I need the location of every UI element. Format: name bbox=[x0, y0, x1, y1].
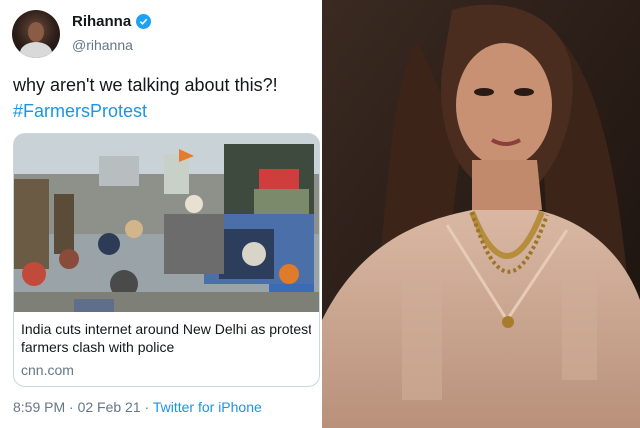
verified-badge-icon bbox=[136, 14, 152, 29]
hashtag-link[interactable]: #FarmersProtest bbox=[13, 98, 278, 124]
avatar-face bbox=[28, 22, 44, 42]
tweet-panel: Rihanna @rihanna why aren't we talking a… bbox=[0, 0, 320, 428]
portrait-image bbox=[322, 0, 640, 428]
card-title-line2: farmers clash with police bbox=[21, 339, 175, 355]
card-title-line1: India cuts internet around New Delhi as … bbox=[21, 321, 311, 337]
portrait-photo bbox=[322, 0, 640, 428]
avatar[interactable] bbox=[12, 10, 60, 58]
meta-separator: · bbox=[140, 399, 153, 415]
user-handle[interactable]: @rihanna bbox=[72, 37, 133, 53]
card-image bbox=[14, 134, 319, 312]
name-row: Rihanna bbox=[72, 13, 152, 30]
avatar-shoulders bbox=[20, 42, 52, 58]
timestamp[interactable]: 8:59 PM · 02 Feb 21 bbox=[13, 399, 141, 415]
tweet-meta: 8:59 PM · 02 Feb 21 · Twitter for iPhone bbox=[13, 399, 262, 415]
link-card[interactable]: India cuts internet around New Delhi as … bbox=[13, 133, 320, 387]
tweet-body: why aren't we talking about this?! #Farm… bbox=[13, 72, 278, 124]
tweet-text: why aren't we talking about this?! bbox=[13, 75, 278, 95]
card-domain: cnn.com bbox=[21, 362, 74, 378]
source-link[interactable]: Twitter for iPhone bbox=[153, 399, 262, 415]
card-title: India cuts internet around New Delhi as … bbox=[21, 320, 311, 356]
display-name[interactable]: Rihanna bbox=[72, 13, 131, 30]
